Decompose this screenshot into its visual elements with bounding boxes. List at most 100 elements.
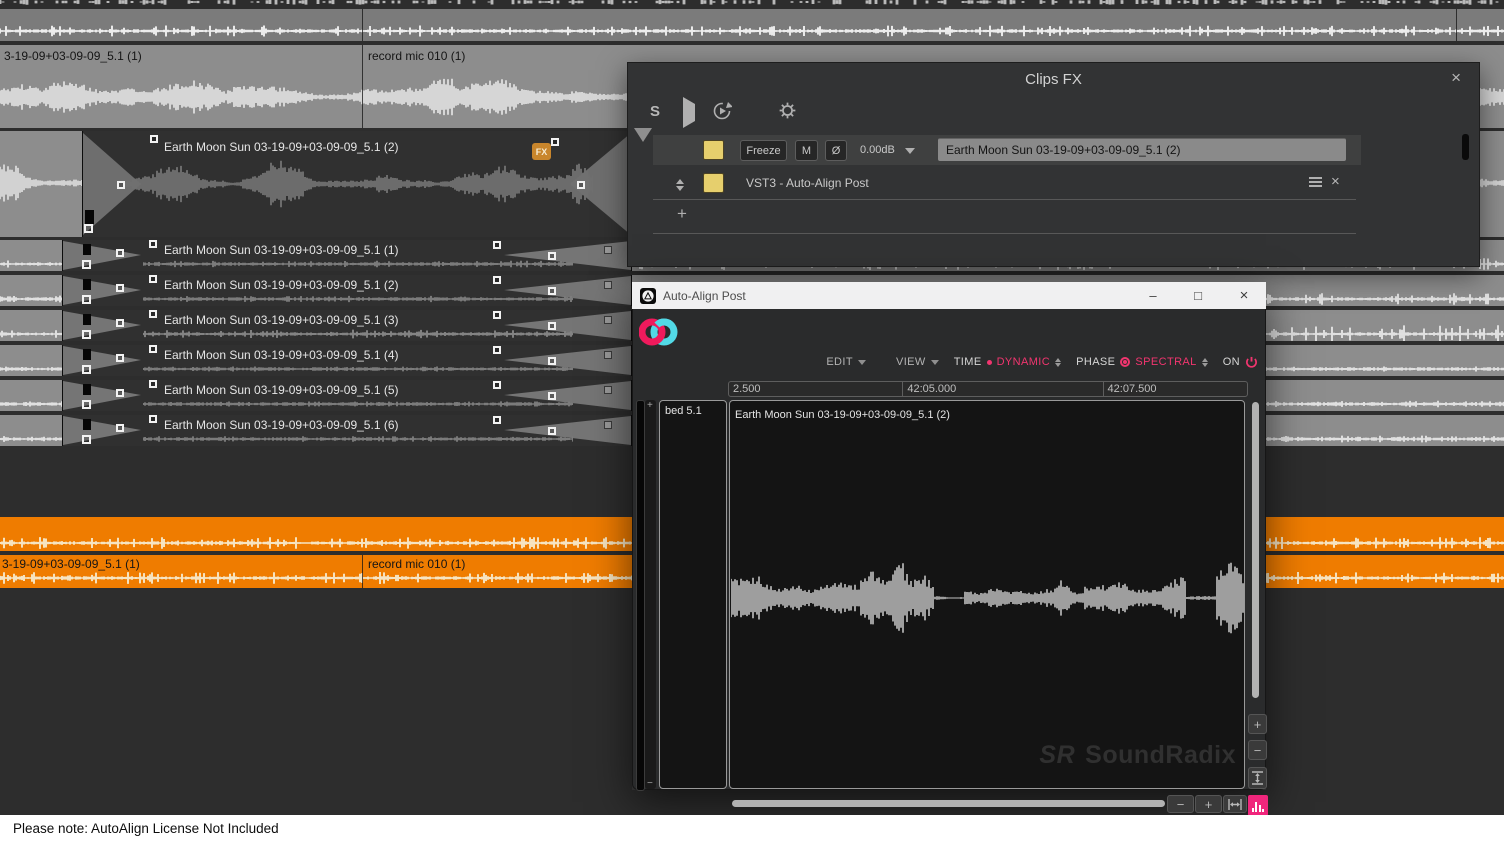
fade-handle[interactable] [82,365,91,374]
fade-handle[interactable] [84,224,93,233]
fade-handle[interactable] [149,345,157,353]
close-button[interactable]: × [1229,282,1259,309]
clip-handle[interactable] [604,316,612,324]
collapse-triangle-icon[interactable] [634,142,652,160]
fade-handle[interactable] [548,392,556,400]
fade-handle[interactable] [493,416,501,424]
fade-handle[interactable] [82,260,91,269]
fade-handle[interactable] [493,241,501,249]
fade-handle[interactable] [493,311,501,319]
fade-handle[interactable] [82,435,91,444]
freeze-button[interactable]: Freeze [740,140,787,161]
gear-icon[interactable] [777,100,798,126]
fade-handle[interactable] [82,400,91,409]
waveform-view-button[interactable] [1248,795,1268,816]
phase-mode-control[interactable]: PHASE SPECTRAL [1076,355,1208,370]
fade-handle[interactable] [149,240,157,248]
zoom-in-vertical-button[interactable]: + [1248,714,1267,734]
fade-handle[interactable] [116,284,124,292]
timeline-ruler[interactable]: 2.500 42:05.000 42:07.500 [728,381,1248,397]
audio-clip[interactable]: Earth Moon Sun 03-19-09+03-09-09_5.1 (3) [62,310,632,341]
remove-plugin-icon[interactable]: × [1331,174,1340,189]
clip-handle[interactable] [83,244,91,255]
maximize-button[interactable]: □ [1183,282,1213,309]
fit-vertical-button[interactable] [1248,767,1267,789]
fade-handle[interactable] [149,380,157,388]
waveform-panel[interactable]: Earth Moon Sun 03-19-09+03-09-09_5.1 (2)… [729,400,1245,789]
time-mode-control[interactable]: TIME DYNAMIC [954,355,1061,370]
zoom-out-vertical-button[interactable]: − [1248,740,1267,760]
fade-handle[interactable] [548,252,556,260]
add-plugin-button[interactable]: + [677,204,687,224]
fade-handle[interactable] [117,181,125,189]
phase-button[interactable]: Ø [825,140,847,161]
fade-handle[interactable] [82,295,91,304]
solo-button[interactable]: S [650,103,660,120]
fade-handle[interactable] [548,287,556,295]
audio-clip[interactable]: Earth Moon Sun 03-19-09+03-09-09_5.1 (5) [62,380,632,411]
fade-handle[interactable] [551,138,559,146]
clip-handle[interactable] [83,314,91,325]
minimize-button[interactable]: – [1138,282,1168,309]
zoom-in-horizontal-button[interactable]: + [1195,795,1222,813]
plugin-enable-checkbox[interactable] [703,173,724,193]
fade-handle[interactable] [548,357,556,365]
audio-clip[interactable]: Earth Moon Sun 03-19-09+03-09-09_5.1 (2) [62,275,632,306]
clip-handle[interactable] [83,384,91,395]
fade-handle[interactable] [150,135,158,143]
reorder-handle[interactable] [676,175,684,195]
clip-handle[interactable] [83,279,91,290]
clip-handle[interactable] [85,210,94,224]
clip-handle[interactable] [604,246,612,254]
gain-dropdown-icon[interactable] [905,148,915,154]
audio-clip[interactable]: Earth Moon Sun 03-19-09+03-09-09_5.1 (6) [62,415,632,446]
close-icon[interactable]: × [1451,69,1461,86]
mute-button[interactable]: M [795,140,818,161]
fade-handle[interactable] [548,427,556,435]
fade-handle[interactable] [149,310,157,318]
zoom-out-horizontal-button[interactable]: − [1167,795,1194,813]
track-header-panel[interactable]: bed 5.1 [659,400,727,789]
clip-handle[interactable] [83,419,91,430]
fade-handle[interactable] [116,319,124,327]
fade-handle[interactable] [577,181,585,189]
fade-handle[interactable] [116,249,124,257]
horizontal-scrollbar[interactable] [732,800,1165,807]
right-scrollbar[interactable] [1252,402,1259,698]
fade-handle[interactable] [116,424,124,432]
fade-handle[interactable] [82,330,91,339]
panel-scrollbar[interactable] [1462,134,1469,160]
fade-handle[interactable] [149,415,157,423]
zoom-in-button[interactable]: + [647,400,653,411]
fit-horizontal-button[interactable] [1223,795,1247,813]
overview-track-row[interactable] [0,9,1504,41]
clip-handle[interactable] [604,421,612,429]
audio-clip[interactable]: Earth Moon Sun 03-19-09+03-09-09_5.1 (1) [62,240,632,271]
clip-handle[interactable] [604,351,612,359]
fade-handle[interactable] [493,381,501,389]
clip-handle[interactable] [83,349,91,360]
fx-badge[interactable]: FX [532,143,551,160]
clip-name-field[interactable]: Earth Moon Sun 03-19-09+03-09-09_5.1 (2) [938,138,1346,161]
fade-handle[interactable] [149,275,157,283]
edit-menu[interactable]: EDIT [826,356,866,368]
window-titlebar[interactable]: Auto-Align Post [632,282,1266,309]
clip-handle[interactable] [604,281,612,289]
zoom-out-button[interactable]: − [647,778,653,789]
view-menu[interactable]: VIEW [896,356,939,368]
loop-play-icon[interactable] [712,101,732,126]
fade-handle[interactable] [116,354,124,362]
enable-checkbox[interactable] [703,140,724,160]
on-toggle[interactable]: ON [1223,356,1258,369]
plugin-menu-icon[interactable] [1309,177,1322,187]
fade-handle[interactable] [493,346,501,354]
play-icon[interactable] [683,104,695,122]
gain-value[interactable]: 0.00dB [860,144,895,156]
selected-audio-clip[interactable]: Earth Moon Sun 03-19-09+03-09-09_5.1 (2)… [82,131,632,237]
fade-handle[interactable] [116,389,124,397]
clip-handle[interactable] [604,386,612,394]
fade-handle[interactable] [548,322,556,330]
audio-clip[interactable]: Earth Moon Sun 03-19-09+03-09-09_5.1 (4) [62,345,632,376]
vertical-scrollbar[interactable] [636,400,645,791]
plugin-slot-label[interactable]: VST3 - Auto-Align Post [746,176,869,190]
